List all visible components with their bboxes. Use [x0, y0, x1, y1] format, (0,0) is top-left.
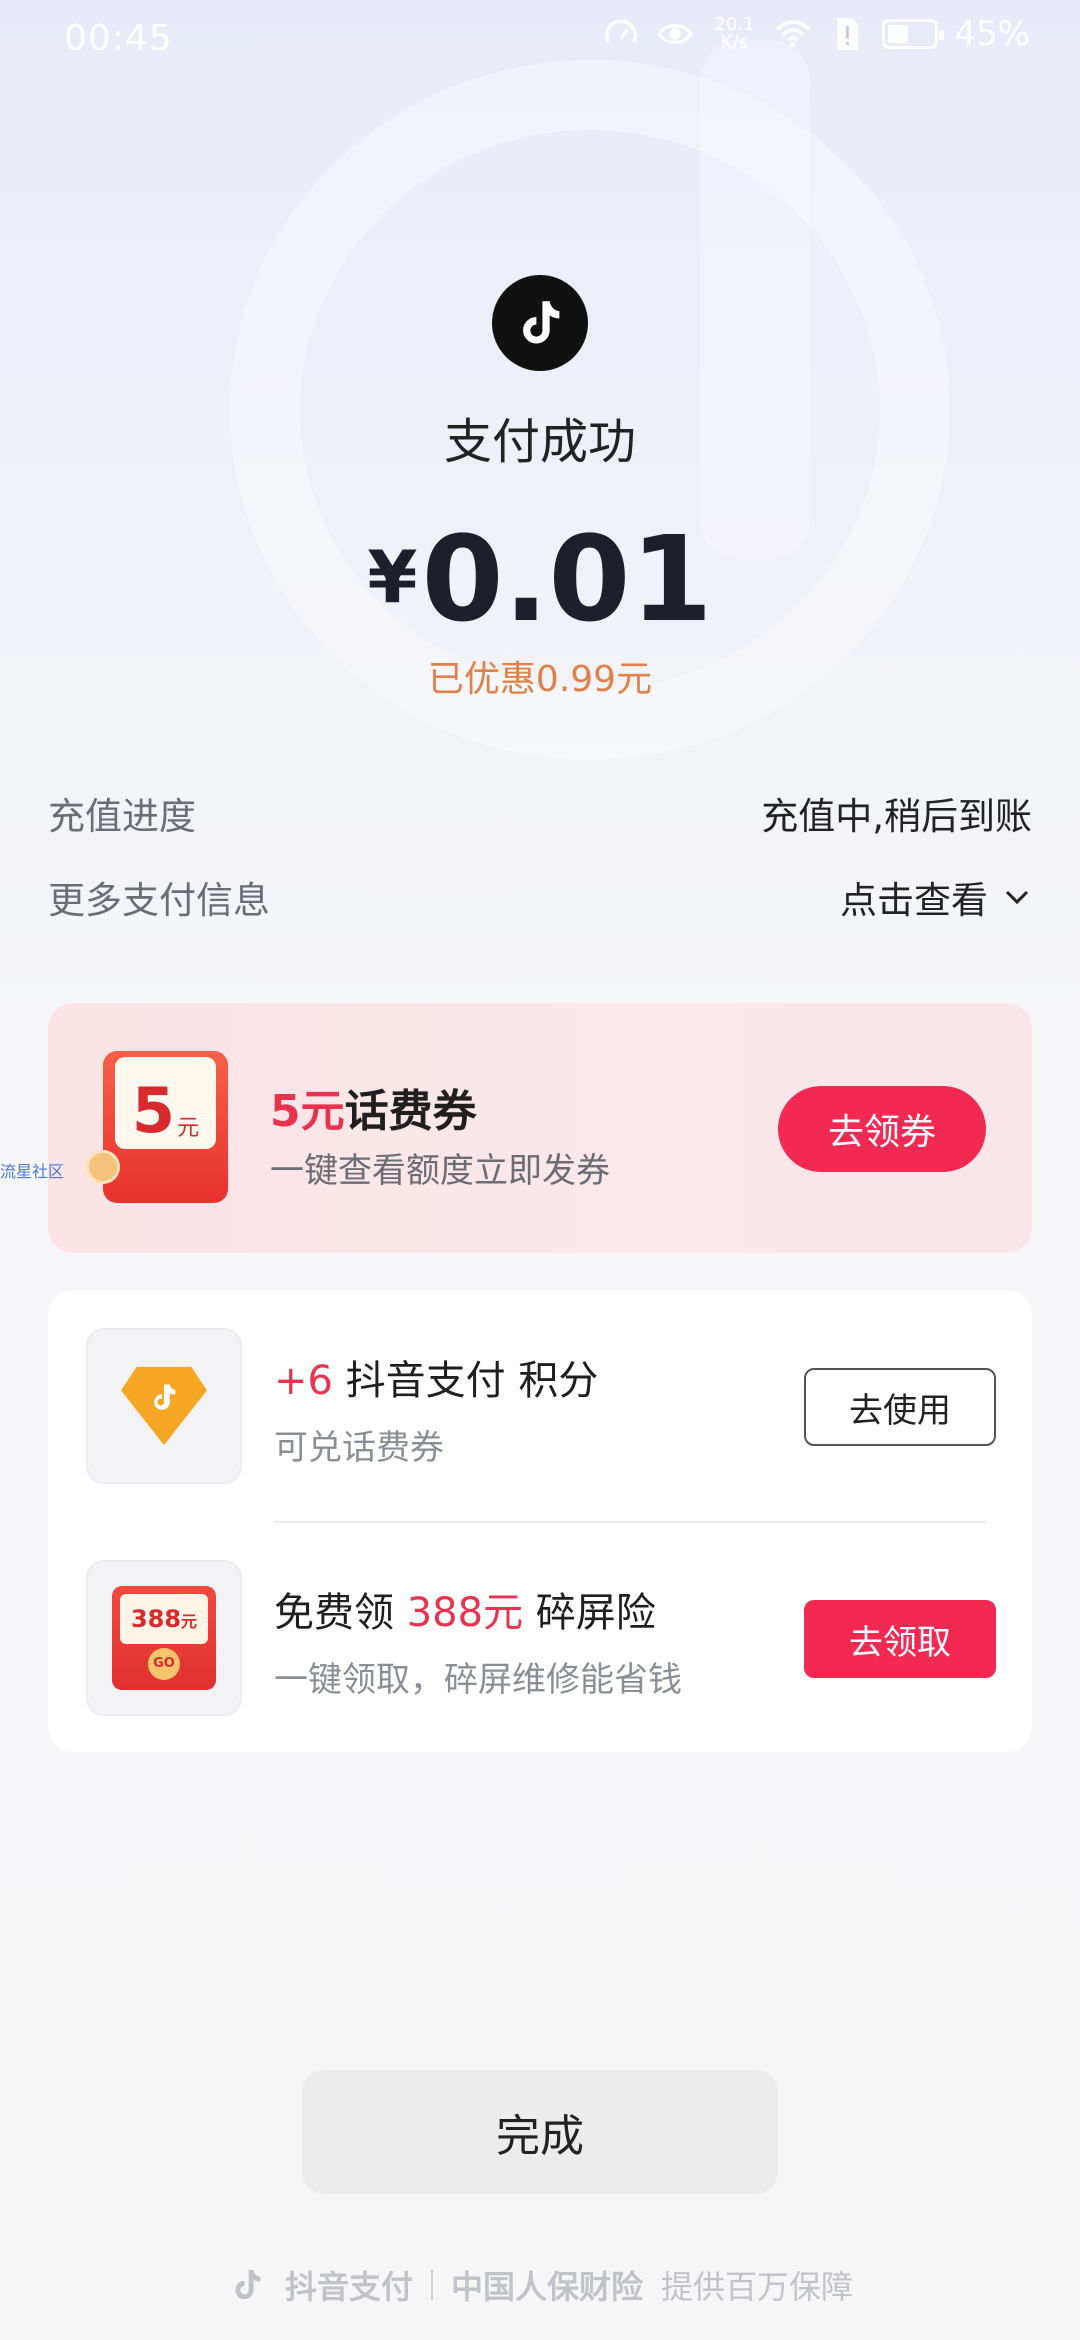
status-bar: 00:45 20.1 K/s 45%	[0, 0, 1080, 80]
currency-symbol: ¥	[367, 535, 418, 619]
footer-partner: 中国人保财险	[450, 2268, 643, 2306]
background-watermark-stem	[700, 40, 810, 560]
eye-icon	[657, 24, 694, 44]
recharge-progress-value: 充值中,稍后到账	[761, 795, 1032, 838]
chevron-down-icon	[1005, 890, 1029, 905]
done-button[interactable]: 完成	[302, 2070, 778, 2194]
insurance-title-amount: 388元	[406, 1590, 524, 1636]
view-details-link[interactable]: 点击查看	[840, 870, 1032, 924]
use-points-button[interactable]: 去使用	[804, 1368, 996, 1446]
view-details-label: 点击查看	[840, 879, 988, 922]
coin-icon	[86, 1150, 120, 1184]
battery-percent: 45%	[954, 14, 1030, 54]
coupon-title: 5元话费券	[270, 1075, 477, 1139]
footer: 抖音支付 中国人保财险 提供百万保障	[0, 2260, 1080, 2310]
rewards-card: +6 抖音支付 积分 可兑话费券 去使用 388元 GO 免费领 388元 碎屏…	[48, 1290, 1032, 1752]
screen-insurance-icon: 388元 GO	[86, 1560, 242, 1716]
net-speed-unit: K/s	[720, 32, 749, 53]
battery-icon	[882, 19, 945, 49]
battery-fill	[888, 25, 909, 43]
status-time: 00:45	[64, 18, 173, 59]
recharge-progress-row: 充值进度 充值中,稍后到账	[48, 786, 1032, 838]
status-icons: 20.1 K/s 45%	[602, 14, 1030, 54]
coupon-title-text: 话费券	[344, 1086, 477, 1137]
insurance-go-badge: GO	[148, 1648, 180, 1680]
insurance-icon-unit: 元	[181, 1612, 198, 1631]
insurance-envelope-paper: 388元	[120, 1594, 208, 1644]
amount-value: 0.01	[421, 510, 713, 648]
diamond-icon	[121, 1366, 207, 1446]
envelope-amount: 5	[131, 1074, 176, 1147]
points-badge-icon	[86, 1328, 242, 1484]
envelope-unit: 元	[177, 1116, 200, 1141]
claim-coupon-button[interactable]: 去领券	[778, 1086, 986, 1172]
payment-amount: ¥0.01	[0, 510, 1080, 648]
insurance-title-text: 碎屏险	[523, 1590, 656, 1636]
more-payment-info-label: 更多支付信息	[48, 879, 270, 922]
insurance-icon-amount: 388	[130, 1605, 182, 1633]
insurance-title-prefix: 免费领	[274, 1590, 407, 1636]
footer-guarantee: 提供百万保障	[661, 2268, 854, 2306]
points-amount: +6	[274, 1358, 333, 1404]
red-envelope-icon: 5 元	[103, 1051, 228, 1203]
footer-brand: 抖音支付	[284, 2268, 413, 2306]
discount-text: 已优惠0.99元	[427, 659, 653, 700]
speedometer-icon	[605, 19, 638, 43]
insurance-envelope-icon: 388元 GO	[112, 1586, 216, 1690]
claim-insurance-button[interactable]: 去领取	[804, 1600, 996, 1678]
net-speed: 20.1 K/s	[710, 16, 758, 52]
footer-separator	[430, 2270, 433, 2300]
points-title-text: 抖音支付 积分	[332, 1358, 599, 1404]
insurance-subtitle: 一键领取，碎屏维修能省钱	[274, 1660, 682, 1700]
list-divider	[274, 1521, 986, 1523]
phone-bill-coupon-banner[interactable]: 5 元 5元话费券 一键查看额度立即发券 去领券	[48, 1003, 1032, 1253]
envelope-coupon: 5 元	[115, 1057, 216, 1149]
recharge-progress-label: 充值进度	[48, 795, 196, 838]
wifi-icon	[776, 20, 811, 48]
points-title: +6 抖音支付 积分	[274, 1348, 598, 1406]
payment-success-title: 支付成功	[443, 414, 636, 470]
douyin-logo-icon	[492, 275, 588, 371]
more-payment-info-row[interactable]: 更多支付信息 点击查看	[48, 870, 1032, 922]
coupon-subtitle: 一键查看额度立即发券	[270, 1151, 610, 1191]
douyin-footer-logo-icon	[235, 2270, 261, 2300]
musical-note-icon	[523, 301, 560, 344]
insurance-title: 免费领 388元 碎屏险	[274, 1580, 656, 1638]
community-watermark: 流星社区	[0, 1162, 65, 1181]
points-subtitle: 可兑话费券	[274, 1428, 444, 1468]
sim-alert-icon	[837, 18, 859, 50]
coupon-title-amount: 5元	[270, 1086, 345, 1137]
